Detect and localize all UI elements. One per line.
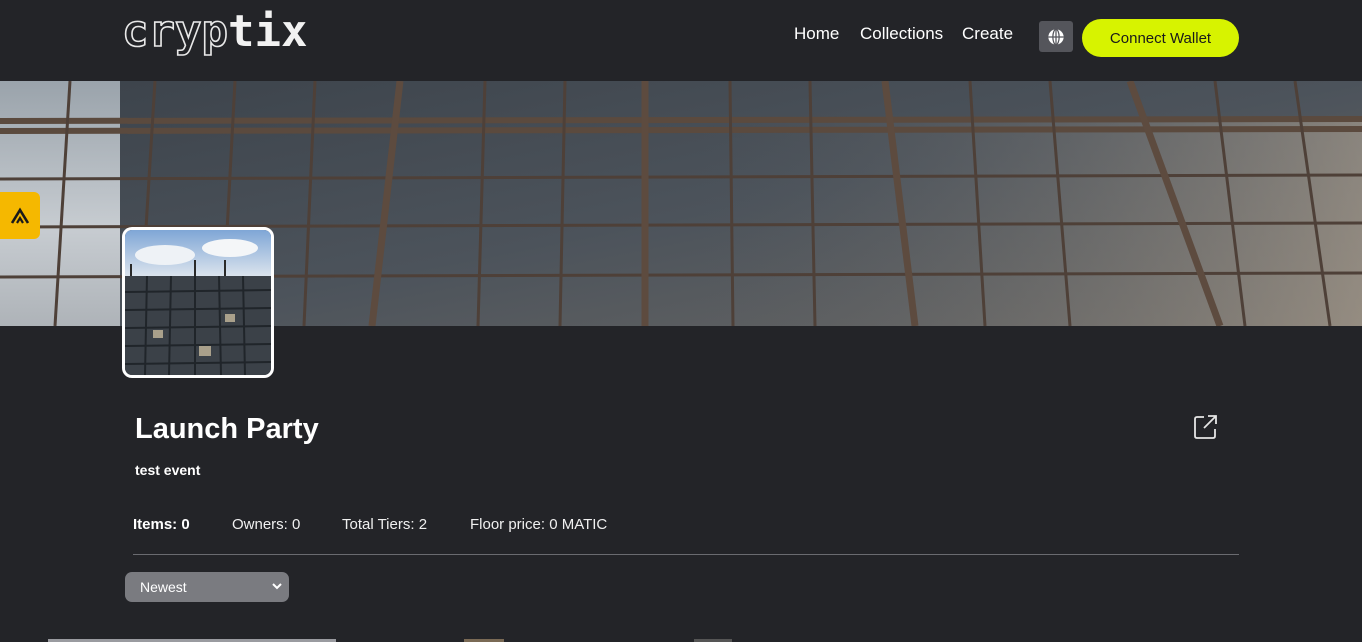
- language-button[interactable]: [1039, 21, 1073, 52]
- nav-collections-link[interactable]: Collections: [860, 24, 943, 44]
- nav-home-link[interactable]: Home: [794, 24, 839, 44]
- top-header: cryptix Home Collections Create Connect …: [0, 0, 1362, 81]
- logo-outline-text: cryp: [121, 5, 229, 58]
- stat-total-tiers: Total Tiers: 2: [342, 516, 428, 533]
- sort-selected-value: Newest: [140, 579, 187, 595]
- collection-avatar: [122, 227, 274, 378]
- chevron-down-icon: [272, 583, 282, 590]
- globe-icon: [1048, 28, 1064, 45]
- stat-floor-price: Floor price: 0 MATIC: [470, 516, 608, 533]
- connect-wallet-button[interactable]: Connect Wallet: [1082, 19, 1239, 57]
- stat-owners: Owners: 0: [232, 516, 301, 533]
- stats-divider: [133, 554, 1239, 555]
- sort-dropdown[interactable]: Newest: [125, 572, 289, 602]
- nav-create-link[interactable]: Create: [962, 24, 1013, 44]
- share-button[interactable]: [1193, 414, 1218, 440]
- collection-description: test event: [135, 462, 201, 478]
- side-widget-tab[interactable]: [0, 192, 40, 239]
- collection-title: Launch Party: [135, 413, 319, 445]
- external-link-icon: [1194, 415, 1217, 439]
- logo-solid-text: tix: [227, 6, 308, 57]
- cryptix-logo[interactable]: cryptix: [121, 5, 308, 58]
- chevron-up-logo-icon: [10, 207, 30, 224]
- avatar-image: [125, 230, 271, 375]
- stat-items: Items: 0: [133, 516, 190, 533]
